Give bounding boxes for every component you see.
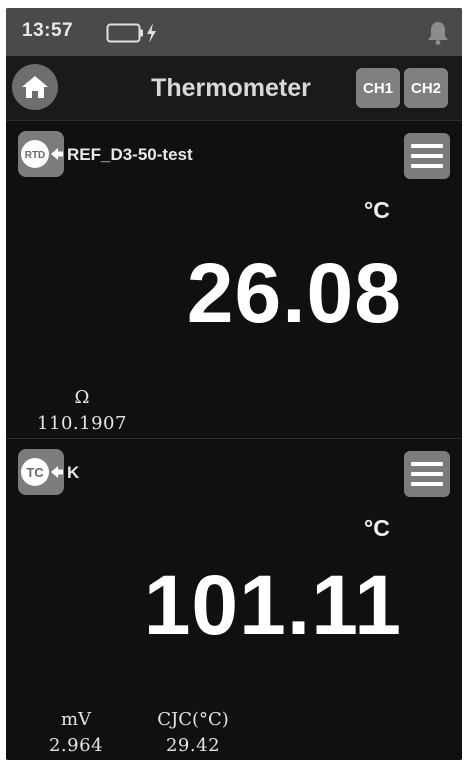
home-button[interactable] <box>12 64 58 110</box>
sensor-type-label: TC <box>26 465 44 480</box>
hamburger-menu-icon <box>411 144 443 168</box>
channel-2-panel: TC K °C 101.11 mV 2.964 CJC(°C) 29.42 <box>6 439 462 760</box>
device-screen: 13:57 Thermometer CH1 CH2 RTD REF_D3-50-… <box>6 8 462 760</box>
battery-charging-icon <box>106 23 156 43</box>
hamburger-menu-icon <box>411 462 443 486</box>
resistance-value: 110.1907 <box>37 413 127 434</box>
bell-icon[interactable] <box>426 20 450 46</box>
resistance-unit-label: Ω <box>74 387 90 408</box>
ch2-button[interactable]: CH2 <box>404 68 448 108</box>
status-bar: 13:57 <box>6 8 462 56</box>
temperature-reading: 101.11 <box>143 558 402 652</box>
app-header: Thermometer CH1 CH2 <box>6 56 462 121</box>
channel-2-menu-button[interactable] <box>404 451 450 497</box>
millivolt-unit-label: mV <box>60 709 92 730</box>
status-time: 13:57 <box>22 20 74 41</box>
arrow-left-icon <box>51 148 63 160</box>
arrow-left-icon <box>51 466 63 478</box>
tc-sensor-icon: TC <box>21 458 63 486</box>
home-icon <box>22 76 48 98</box>
rtd-sensor-icon: RTD <box>21 140 63 168</box>
cjc-value: 29.42 <box>165 735 221 756</box>
temperature-unit: °C <box>364 197 390 223</box>
page-title: Thermometer <box>151 74 311 102</box>
channel-1-menu-button[interactable] <box>404 133 450 179</box>
sensor-name: K <box>67 463 80 482</box>
channel-1-panel: RTD REF_D3-50-test °C 26.08 Ω 110.1907 <box>6 121 462 439</box>
temperature-reading: 26.08 <box>186 246 402 340</box>
rtd-sensor-badge[interactable]: RTD <box>18 131 64 177</box>
temperature-unit: °C <box>364 515 390 541</box>
ch1-button[interactable]: CH1 <box>356 68 400 108</box>
tc-sensor-badge[interactable]: TC <box>18 449 64 495</box>
millivolt-value: 2.964 <box>48 735 104 756</box>
cjc-unit-label: CJC(°C) <box>157 709 229 730</box>
sensor-type-label: RTD <box>25 150 46 161</box>
sensor-name: REF_D3-50-test <box>67 145 193 164</box>
